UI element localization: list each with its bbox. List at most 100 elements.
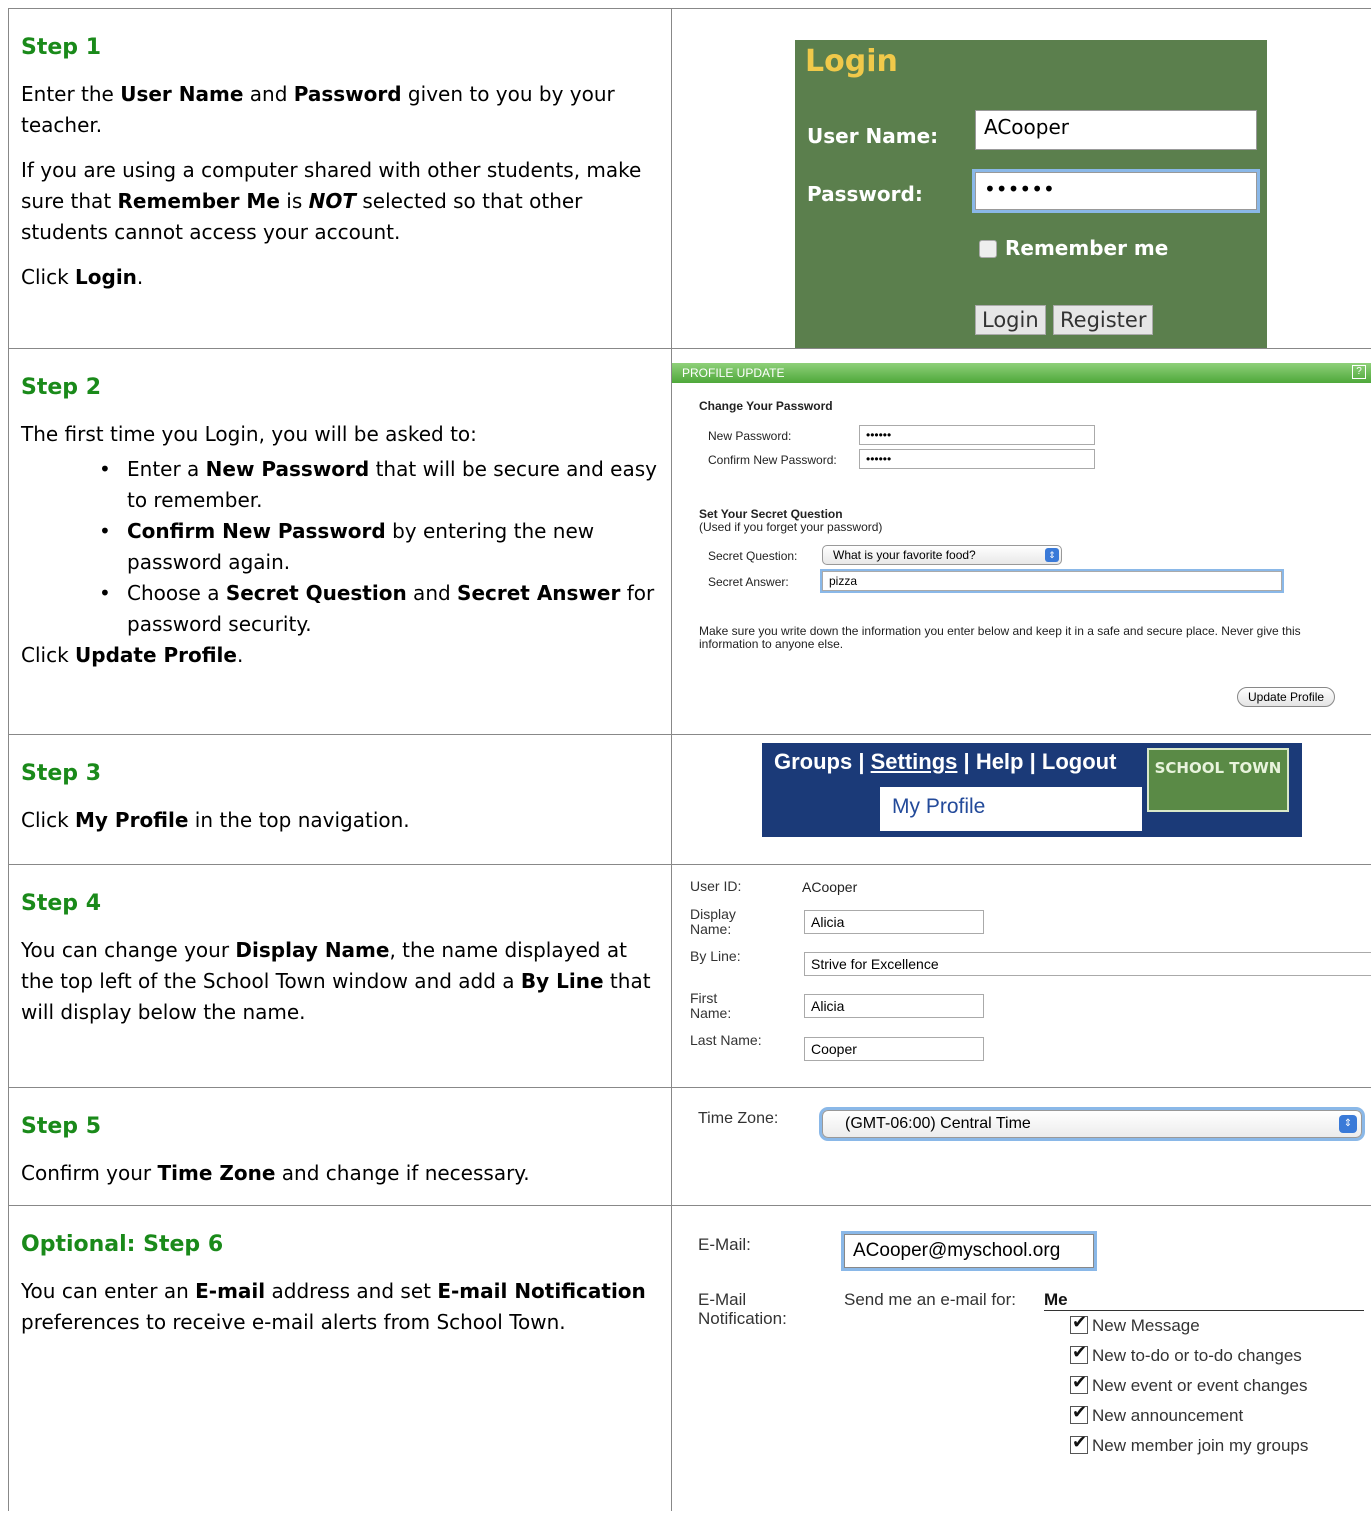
my-profile-menu-item[interactable]: My Profile: [880, 787, 1142, 831]
secret-answer-label: Secret Answer:: [708, 575, 789, 589]
confirm-password-input[interactable]: ••••••: [859, 449, 1095, 469]
help-icon[interactable]: ?: [1352, 365, 1366, 379]
step4-text: Step 4 You can change your Display Name,…: [9, 865, 672, 1087]
nav-groups[interactable]: Groups: [774, 749, 852, 774]
secret-answer-input[interactable]: pizza: [822, 571, 1282, 591]
step-title: Optional: Step 6: [21, 1232, 224, 1257]
update-profile-button[interactable]: Update Profile: [1237, 687, 1336, 707]
display-name-input[interactable]: Alicia: [804, 910, 984, 934]
step6-text: Optional: Step 6 You can enter an E-mail…: [9, 1206, 672, 1511]
step5-text: Step 5 Confirm your Time Zone and change…: [9, 1088, 672, 1205]
instructions-table: Step 1 Enter the User Name and Password …: [8, 8, 1371, 1511]
step3-text-p: Click My Profile in the top navigation.: [21, 808, 410, 833]
nav-separator: |: [852, 749, 871, 774]
register-button[interactable]: Register: [1053, 305, 1154, 335]
step2-text: Step 2 The first time you Login, you wil…: [9, 349, 672, 734]
checkbox-checked-icon[interactable]: [1070, 1342, 1088, 1364]
change-password-heading: Change Your Password: [699, 399, 833, 413]
nav-separator: |: [957, 749, 976, 774]
secret-question-heading: Set Your Secret Question: [699, 507, 843, 521]
username-label: User Name:: [807, 124, 939, 148]
first-name-label: First Name:: [690, 990, 732, 1022]
step2-bullets: Enter a New Password that will be secure…: [21, 454, 659, 640]
login-title: Login: [805, 44, 898, 79]
nav-help[interactable]: Help: [976, 749, 1024, 774]
new-password-label: New Password:: [708, 429, 792, 443]
secret-question-subtitle: (Used if you forget your password): [699, 520, 883, 534]
by-line-label: By Line:: [690, 948, 741, 964]
step-title: Step 1: [21, 35, 101, 60]
step-title: Step 4: [21, 891, 101, 916]
step3-text: Step 3 Click My Profile in the top navig…: [9, 735, 672, 864]
by-line-input[interactable]: Strive for Excellence: [804, 952, 1371, 976]
step2-row: Step 2 The first time you Login, you wil…: [9, 349, 1371, 735]
top-navigation: Groups | Settings | Help | Logout My Pro…: [762, 743, 1302, 837]
step2-click: Click Update Profile.: [21, 643, 244, 668]
remember-checkbox[interactable]: [979, 240, 997, 258]
step2-intro: The first time you Login, you will be as…: [21, 422, 477, 447]
nav-logout[interactable]: Logout: [1042, 749, 1117, 774]
checkbox-checked-icon[interactable]: [1070, 1372, 1088, 1394]
step5-text-p: Confirm your Time Zone and change if nec…: [21, 1161, 530, 1186]
step1-row: Step 1 Enter the User Name and Password …: [9, 9, 1371, 349]
profile-update-bar: PROFILE UPDATE ?: [672, 363, 1371, 383]
display-name-label: Display Name:: [690, 906, 736, 938]
username-input[interactable]: ACooper: [975, 110, 1257, 150]
step5-row: Step 5 Confirm your Time Zone and change…: [9, 1088, 1371, 1206]
confirm-password-label: Confirm New Password:: [708, 453, 837, 467]
school-town-logo: SCHOOL TOWN: [1147, 748, 1289, 812]
notification-option[interactable]: New member join my groups: [1070, 1432, 1308, 1456]
list-item: Choose a Secret Question and Secret Answ…: [99, 578, 659, 640]
chevron-updown-icon: ⇕: [1339, 1115, 1357, 1133]
notification-option[interactable]: New event or event changes: [1070, 1372, 1307, 1396]
checkbox-checked-icon[interactable]: [1070, 1402, 1088, 1424]
profile-update-title: PROFILE UPDATE: [682, 366, 785, 380]
me-column-header: Me: [1044, 1290, 1364, 1311]
logo-text: SCHOOL TOWN: [1154, 759, 1282, 777]
list-item: Enter a New Password that will be secure…: [99, 454, 659, 516]
user-id-value: ACooper: [802, 879, 858, 895]
step1-p3: Click Login.: [21, 265, 144, 290]
last-name-label: Last Name:: [690, 1032, 762, 1048]
step1-p2: If you are using a computer shared with …: [21, 158, 642, 245]
notification-option[interactable]: New announcement: [1070, 1402, 1243, 1426]
step6-image: E-Mail: ACooper@myschool.org E-Mail Noti…: [672, 1206, 1371, 1511]
first-name-input[interactable]: Alicia: [804, 994, 984, 1018]
login-button[interactable]: Login: [975, 305, 1046, 335]
checkbox-checked-icon[interactable]: [1070, 1432, 1088, 1454]
step1-text: Step 1 Enter the User Name and Password …: [9, 9, 672, 348]
step-title: Step 5: [21, 1114, 101, 1139]
email-label: E-Mail:: [698, 1235, 751, 1254]
nav-separator: |: [1023, 749, 1042, 774]
security-note: Make sure you write down the information…: [699, 624, 1301, 652]
secret-question-select[interactable]: What is your favorite food? ⇕: [822, 545, 1062, 565]
password-label: Password:: [807, 182, 923, 206]
email-notification-label: E-Mail Notification:: [698, 1290, 787, 1328]
secret-question-label: Secret Question:: [708, 549, 798, 563]
time-zone-value: (GMT-06:00) Central Time: [845, 1115, 1031, 1132]
notification-option[interactable]: New Message: [1070, 1312, 1200, 1336]
time-zone-label: Time Zone:: [698, 1110, 779, 1127]
step5-image: Time Zone: (GMT-06:00) Central Time ⇕: [672, 1088, 1371, 1205]
time-zone-select[interactable]: (GMT-06:00) Central Time ⇕: [822, 1110, 1362, 1138]
step4-text-p: You can change your Display Name, the na…: [21, 938, 651, 1025]
step-title: Step 3: [21, 761, 101, 786]
last-name-input[interactable]: Cooper: [804, 1037, 984, 1061]
email-input[interactable]: ACooper@myschool.org: [844, 1234, 1094, 1268]
login-panel: Login User Name: ACooper Password: •••••…: [795, 40, 1267, 348]
remember-label: Remember me: [1005, 236, 1169, 260]
notification-option[interactable]: New to-do or to-do changes: [1070, 1342, 1302, 1366]
password-input[interactable]: ••••••: [975, 172, 1257, 210]
nav-settings[interactable]: Settings: [871, 749, 958, 774]
nav-links: Groups | Settings | Help | Logout: [774, 749, 1116, 775]
new-password-input[interactable]: ••••••: [859, 425, 1095, 445]
list-item: Confirm New Password by entering the new…: [99, 516, 659, 578]
send-me-label: Send me an e-mail for:: [844, 1290, 1016, 1309]
checkbox-checked-icon[interactable]: [1070, 1312, 1088, 1334]
user-id-label: User ID:: [690, 878, 742, 894]
step6-row: Optional: Step 6 You can enter an E-mail…: [9, 1206, 1371, 1511]
step-title: Step 2: [21, 375, 101, 400]
step4-row: Step 4 You can change your Display Name,…: [9, 865, 1371, 1088]
chevron-updown-icon: ⇕: [1045, 548, 1059, 562]
step1-image: Login User Name: ACooper Password: •••••…: [672, 9, 1371, 348]
